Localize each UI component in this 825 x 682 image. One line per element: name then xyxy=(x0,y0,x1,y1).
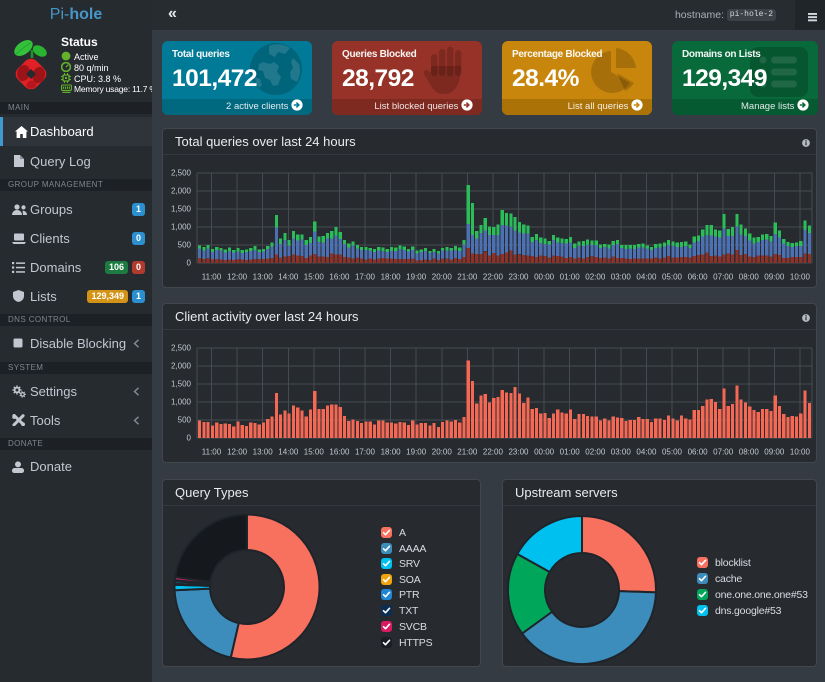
svg-text:0: 0 xyxy=(187,259,192,268)
svg-text:17:00: 17:00 xyxy=(355,448,376,457)
svg-text:08:00: 08:00 xyxy=(739,273,760,282)
svg-text:01:00: 01:00 xyxy=(560,273,581,282)
svg-text:20:00: 20:00 xyxy=(432,273,453,282)
svg-text:19:00: 19:00 xyxy=(406,448,427,457)
svg-text:09:00: 09:00 xyxy=(764,273,785,282)
svg-text:16:00: 16:00 xyxy=(329,273,350,282)
svg-text:04:00: 04:00 xyxy=(636,273,657,282)
svg-text:07:00: 07:00 xyxy=(713,448,734,457)
svg-text:05:00: 05:00 xyxy=(662,448,683,457)
svg-text:00:00: 00:00 xyxy=(534,448,555,457)
svg-text:08:00: 08:00 xyxy=(739,448,760,457)
svg-text:06:00: 06:00 xyxy=(688,273,709,282)
svg-text:500: 500 xyxy=(178,416,192,425)
svg-text:10:00: 10:00 xyxy=(790,273,811,282)
svg-text:10:00: 10:00 xyxy=(790,448,811,457)
svg-text:0: 0 xyxy=(187,434,192,443)
svg-text:21:00: 21:00 xyxy=(457,448,478,457)
svg-text:21:00: 21:00 xyxy=(457,273,478,282)
svg-text:14:00: 14:00 xyxy=(278,448,299,457)
svg-text:2,000: 2,000 xyxy=(171,187,192,196)
svg-text:1,000: 1,000 xyxy=(171,398,192,407)
svg-text:18:00: 18:00 xyxy=(381,448,402,457)
svg-text:22:00: 22:00 xyxy=(483,273,504,282)
svg-text:23:00: 23:00 xyxy=(508,273,529,282)
svg-text:12:00: 12:00 xyxy=(227,448,248,457)
svg-text:2,000: 2,000 xyxy=(171,362,192,371)
svg-text:500: 500 xyxy=(178,241,192,250)
svg-text:03:00: 03:00 xyxy=(611,448,632,457)
svg-text:15:00: 15:00 xyxy=(304,448,325,457)
svg-text:00:00: 00:00 xyxy=(534,273,555,282)
svg-text:07:00: 07:00 xyxy=(713,273,734,282)
svg-text:02:00: 02:00 xyxy=(585,448,606,457)
svg-text:18:00: 18:00 xyxy=(381,273,402,282)
svg-text:11:00: 11:00 xyxy=(202,448,222,457)
svg-text:03:00: 03:00 xyxy=(611,273,632,282)
svg-text:06:00: 06:00 xyxy=(688,448,709,457)
svg-text:2,500: 2,500 xyxy=(171,344,192,353)
svg-text:2,500: 2,500 xyxy=(171,169,192,178)
svg-text:16:00: 16:00 xyxy=(329,448,350,457)
svg-text:22:00: 22:00 xyxy=(483,448,504,457)
svg-text:13:00: 13:00 xyxy=(253,273,274,282)
svg-text:23:00: 23:00 xyxy=(508,448,529,457)
svg-text:09:00: 09:00 xyxy=(764,448,785,457)
svg-text:17:00: 17:00 xyxy=(355,273,376,282)
svg-text:11:00: 11:00 xyxy=(202,273,222,282)
svg-text:12:00: 12:00 xyxy=(227,273,248,282)
svg-text:14:00: 14:00 xyxy=(278,273,299,282)
svg-text:1,000: 1,000 xyxy=(171,223,192,232)
svg-text:15:00: 15:00 xyxy=(304,273,325,282)
svg-text:04:00: 04:00 xyxy=(636,448,657,457)
svg-text:02:00: 02:00 xyxy=(585,273,606,282)
svg-text:1,500: 1,500 xyxy=(171,380,192,389)
svg-text:19:00: 19:00 xyxy=(406,273,427,282)
svg-text:05:00: 05:00 xyxy=(662,273,683,282)
svg-text:1,500: 1,500 xyxy=(171,205,192,214)
svg-text:01:00: 01:00 xyxy=(560,448,581,457)
svg-text:13:00: 13:00 xyxy=(253,448,274,457)
svg-text:20:00: 20:00 xyxy=(432,448,453,457)
